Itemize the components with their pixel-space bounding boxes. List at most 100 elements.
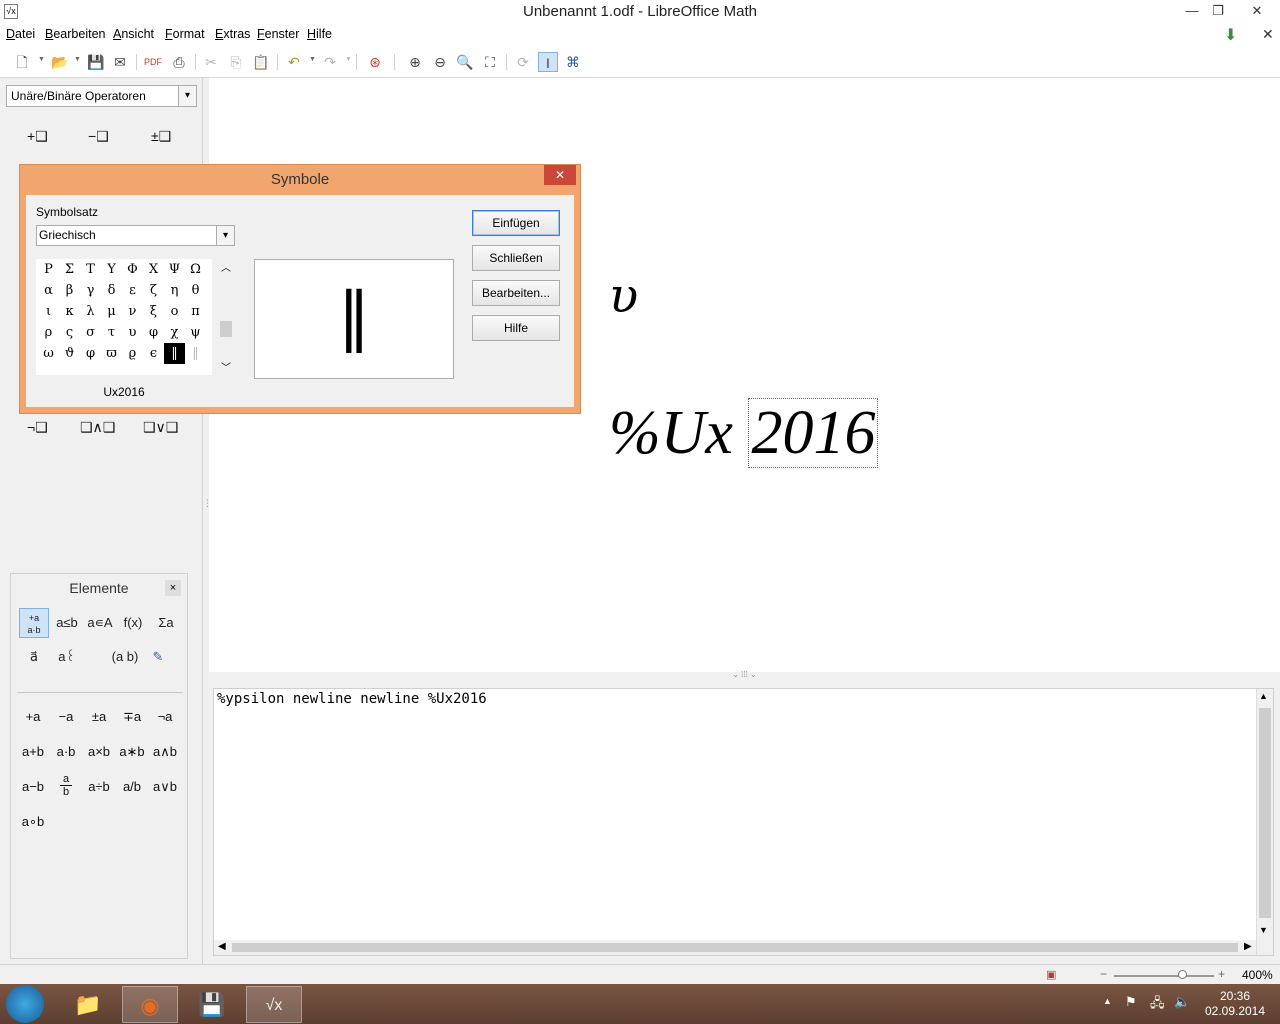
- op-minus[interactable]: −❑: [88, 128, 109, 145]
- element-a-and-b[interactable]: a∧b: [149, 740, 181, 764]
- category-operators-icon[interactable]: Σa: [151, 608, 181, 638]
- menu-bearbeiten[interactable]: Bearbeiten: [45, 27, 105, 41]
- help-button[interactable]: Hilfe: [472, 315, 560, 341]
- view-splitter[interactable]: ⌄ ⁞⁞⁞ ⌄: [209, 671, 1280, 680]
- symbol-cell[interactable]: γ: [80, 280, 101, 301]
- symbol-cell[interactable]: ν: [122, 301, 143, 322]
- symbol-cell[interactable]: φ: [143, 322, 164, 343]
- symbol-cell[interactable]: α: [38, 280, 59, 301]
- zoom-100-icon[interactable]: 🔍: [455, 52, 475, 72]
- close-window-button[interactable]: ✕: [1236, 0, 1278, 22]
- element-not-a[interactable]: ¬a: [149, 705, 181, 729]
- undo-icon[interactable]: ↶: [284, 52, 304, 72]
- edit-button[interactable]: Bearbeiten...: [472, 280, 560, 306]
- symbol-cell[interactable]: Ω: [185, 259, 206, 280]
- menu-ansicht[interactable]: Ansicht: [113, 27, 154, 41]
- formula-cursor-box[interactable]: 2016: [748, 398, 879, 468]
- formula-cursor-icon[interactable]: I: [538, 52, 558, 72]
- operator-category-select[interactable]: Unäre/Binäre Operatoren ▾: [6, 85, 197, 107]
- symbol-cell[interactable]: θ: [185, 280, 206, 301]
- category-attributes-icon[interactable]: a⃗: [19, 642, 49, 672]
- help-lifebuoy-icon[interactable]: ⊛: [365, 52, 385, 72]
- symbol-cell[interactable]: ρ: [38, 322, 59, 343]
- zoom-in-icon[interactable]: ⊕: [405, 52, 425, 72]
- symbol-cell[interactable]: ι: [38, 301, 59, 322]
- op-or[interactable]: ❑∨❑: [143, 419, 178, 436]
- category-brackets-icon[interactable]: a꒰: [52, 642, 82, 672]
- zoom-slider-handle[interactable]: [1178, 970, 1187, 979]
- element-a-ast-b[interactable]: a∗b: [116, 740, 148, 764]
- update-formula-icon[interactable]: ⟳: [513, 52, 533, 72]
- zoom-slider[interactable]: [1114, 975, 1214, 977]
- menu-format[interactable]: Format: [165, 27, 205, 41]
- symbol-cell[interactable]: Σ: [59, 259, 80, 280]
- dock-resize-handle[interactable]: ⋮: [203, 498, 212, 538]
- restore-button[interactable]: ❐: [1208, 0, 1228, 22]
- hscroll-thumb[interactable]: [232, 943, 1238, 952]
- close-button[interactable]: Schließen: [472, 245, 560, 271]
- element-a-times-b[interactable]: a×b: [83, 740, 115, 764]
- scroll-right-icon[interactable]: ▶: [1244, 941, 1252, 952]
- symbol-cell[interactable]: φ: [80, 343, 101, 364]
- save-app-taskbar-icon[interactable]: 💾: [184, 986, 240, 1023]
- symbol-cell[interactable]: β: [59, 280, 80, 301]
- scroll-thumb[interactable]: [1259, 708, 1271, 918]
- symbol-cell[interactable]: ο: [164, 301, 185, 322]
- symbol-cell[interactable]: ω: [38, 343, 59, 364]
- symbol-cell[interactable]: ϖ: [101, 343, 122, 364]
- zoom-level[interactable]: 400%: [1242, 968, 1273, 982]
- close-document-icon[interactable]: ✕: [1262, 26, 1274, 43]
- symbol-cell[interactable]: ϱ: [122, 343, 143, 364]
- tray-expand-icon[interactable]: ▲: [1103, 996, 1112, 1006]
- scroll-up-icon[interactable]: ▲: [1259, 691, 1268, 701]
- category-unary-binary-icon[interactable]: +a a·b: [19, 608, 49, 638]
- symbol-cell[interactable]: υ: [122, 322, 143, 343]
- symbol-cell[interactable]: η: [164, 280, 185, 301]
- element-a-plus-b[interactable]: a+b: [17, 740, 49, 764]
- element-a-minus-b[interactable]: a−b: [17, 775, 49, 799]
- scroll-down-icon[interactable]: ▼: [1259, 925, 1268, 935]
- elements-close-button[interactable]: ×: [165, 580, 181, 596]
- chevron-down-icon[interactable]: ▾: [216, 226, 234, 245]
- explorer-taskbar-icon[interactable]: 📁: [60, 986, 116, 1023]
- formula-command-text[interactable]: %ypsilon newline newline %Ux2016: [217, 691, 487, 707]
- update-icon[interactable]: ⬇: [1224, 25, 1237, 45]
- zoom-in-small-icon[interactable]: +: [1218, 967, 1225, 981]
- symbol-cell[interactable]: τ: [101, 322, 122, 343]
- undo-dropdown-arrow-icon[interactable]: ▼: [309, 56, 316, 63]
- scroll-up-icon[interactable]: ︿: [221, 259, 231, 274]
- element-a-slash-b[interactable]: a/b: [116, 775, 148, 799]
- open-dropdown-arrow-icon[interactable]: ▼: [74, 56, 81, 63]
- scroll-thumb[interactable]: [220, 321, 232, 337]
- symbol-cell[interactable]: ς: [59, 322, 80, 343]
- save-icon[interactable]: 💾: [86, 52, 106, 72]
- category-others-icon[interactable]: ✎: [143, 642, 173, 672]
- redo-icon[interactable]: ↷: [320, 52, 340, 72]
- element-minus-a[interactable]: −a: [50, 705, 82, 729]
- action-center-flag-icon[interactable]: ⚑: [1125, 994, 1137, 1010]
- dialog-close-icon[interactable]: ✕: [544, 165, 576, 185]
- category-formats-icon[interactable]: (a b): [110, 642, 140, 672]
- editor-vertical-scrollbar[interactable]: ▲ ▼: [1256, 689, 1273, 955]
- op-plusminus[interactable]: ±❑: [151, 128, 171, 145]
- new-dropdown-arrow-icon[interactable]: ▼: [38, 56, 45, 63]
- element-a-circ-b[interactable]: a∘b: [17, 810, 49, 834]
- symbol-cell[interactable]: δ: [101, 280, 122, 301]
- cut-icon[interactable]: ✂: [201, 52, 221, 72]
- symbols-icon[interactable]: ⌘: [563, 52, 583, 72]
- element-a-or-b[interactable]: a∨b: [149, 775, 181, 799]
- redo-dropdown-arrow-icon[interactable]: ▼: [345, 56, 352, 63]
- symbol-grid-scrollbar[interactable]: ︿ ﹀: [218, 259, 234, 375]
- symbol-cell[interactable]: ξ: [143, 301, 164, 322]
- symbol-cell[interactable]: ‖: [185, 343, 206, 364]
- op-and[interactable]: ❑∧❑: [80, 419, 115, 436]
- firefox-taskbar-icon[interactable]: ◉: [122, 986, 178, 1023]
- libreoffice-math-taskbar-icon[interactable]: √x: [246, 986, 302, 1023]
- symbol-cell[interactable]: χ: [164, 322, 185, 343]
- symbol-cell[interactable]: λ: [80, 301, 101, 322]
- print-icon[interactable]: ⎙: [169, 52, 189, 72]
- copy-icon[interactable]: ⎘: [226, 52, 246, 72]
- symbol-cell[interactable]: Ρ: [38, 259, 59, 280]
- scroll-left-icon[interactable]: ◀: [218, 941, 226, 952]
- menu-hilfe[interactable]: Hilfe: [307, 27, 332, 41]
